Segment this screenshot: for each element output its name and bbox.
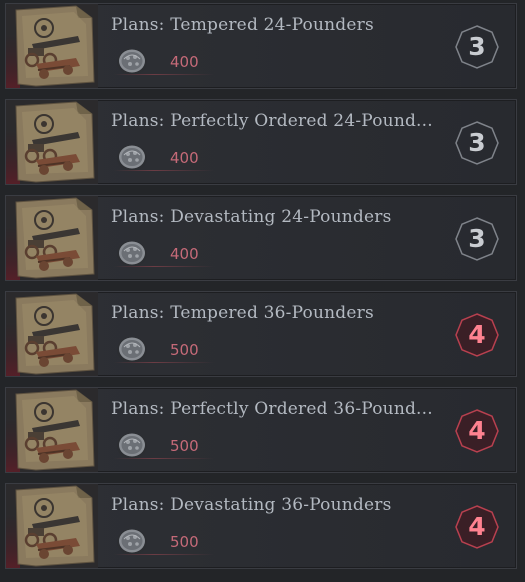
silver-coin-icon	[114, 525, 154, 557]
item-price: 500	[170, 437, 199, 455]
cannon-schematic-icon	[6, 484, 98, 568]
item-title: Plans: Devastating 36-Pounders	[111, 495, 392, 515]
tier-number: 3	[468, 224, 486, 253]
item-price: 400	[170, 149, 199, 167]
price-underline	[114, 458, 214, 459]
item-title: Plans: Tempered 36-Pounders	[111, 303, 374, 323]
cannon-schematic-icon	[6, 292, 98, 376]
silver-coin-icon	[114, 429, 154, 461]
shop-item-row-3[interactable]: Plans: Devastating 24-Pounders 400 3	[5, 195, 517, 281]
item-title: Plans: Devastating 24-Pounders	[111, 207, 392, 227]
item-title: Plans: Tempered 24-Pounders	[111, 15, 374, 35]
tier-number: 4	[468, 416, 486, 445]
shop-item-row-2[interactable]: Plans: Perfectly Ordered 24-Pound... 400	[5, 99, 517, 185]
price-underline	[114, 266, 214, 267]
shop-item-row-5[interactable]: Plans: Perfectly Ordered 36-Pound... 500	[5, 387, 517, 473]
item-cost: 500	[114, 429, 214, 461]
item-cost: 500	[114, 525, 214, 557]
shop-item-row-6[interactable]: Plans: Devastating 36-Pounders 500 4	[5, 483, 517, 569]
item-cost: 400	[114, 237, 214, 269]
item-cost: 500	[114, 333, 214, 365]
tier-badge: 3	[454, 120, 500, 166]
shop-item-row-4[interactable]: Plans: Tempered 36-Pounders 500 4	[5, 291, 517, 377]
price-underline	[114, 362, 214, 363]
tier-badge: 3	[454, 24, 500, 70]
cannon-schematic-icon	[6, 100, 98, 184]
tier-number: 4	[468, 320, 486, 349]
cannon-schematic-icon	[6, 388, 98, 472]
silver-coin-icon	[114, 141, 154, 173]
tier-number: 3	[468, 32, 486, 61]
tier-number: 4	[468, 512, 486, 541]
price-underline	[114, 74, 214, 75]
item-price: 500	[170, 341, 199, 359]
item-title: Plans: Perfectly Ordered 24-Pound...	[111, 111, 433, 131]
item-price: 400	[170, 53, 199, 71]
tier-badge: 4	[454, 408, 500, 454]
silver-coin-icon	[114, 237, 154, 269]
cannon-schematic-icon	[6, 196, 98, 280]
shop-item-list: Plans: Tempered 24-Pounders 400 3 Plans:…	[0, 0, 525, 582]
price-underline	[114, 554, 214, 555]
tier-badge: 4	[454, 504, 500, 550]
shop-item-row-1[interactable]: Plans: Tempered 24-Pounders 400 3	[5, 3, 517, 89]
item-cost: 400	[114, 45, 214, 77]
silver-coin-icon	[114, 333, 154, 365]
cannon-schematic-icon	[6, 4, 98, 88]
price-underline	[114, 170, 214, 171]
item-price: 400	[170, 245, 199, 263]
silver-coin-icon	[114, 45, 154, 77]
item-price: 500	[170, 533, 199, 551]
tier-badge: 3	[454, 216, 500, 262]
item-title: Plans: Perfectly Ordered 36-Pound...	[111, 399, 433, 419]
tier-number: 3	[468, 128, 486, 157]
tier-badge: 4	[454, 312, 500, 358]
item-cost: 400	[114, 141, 214, 173]
